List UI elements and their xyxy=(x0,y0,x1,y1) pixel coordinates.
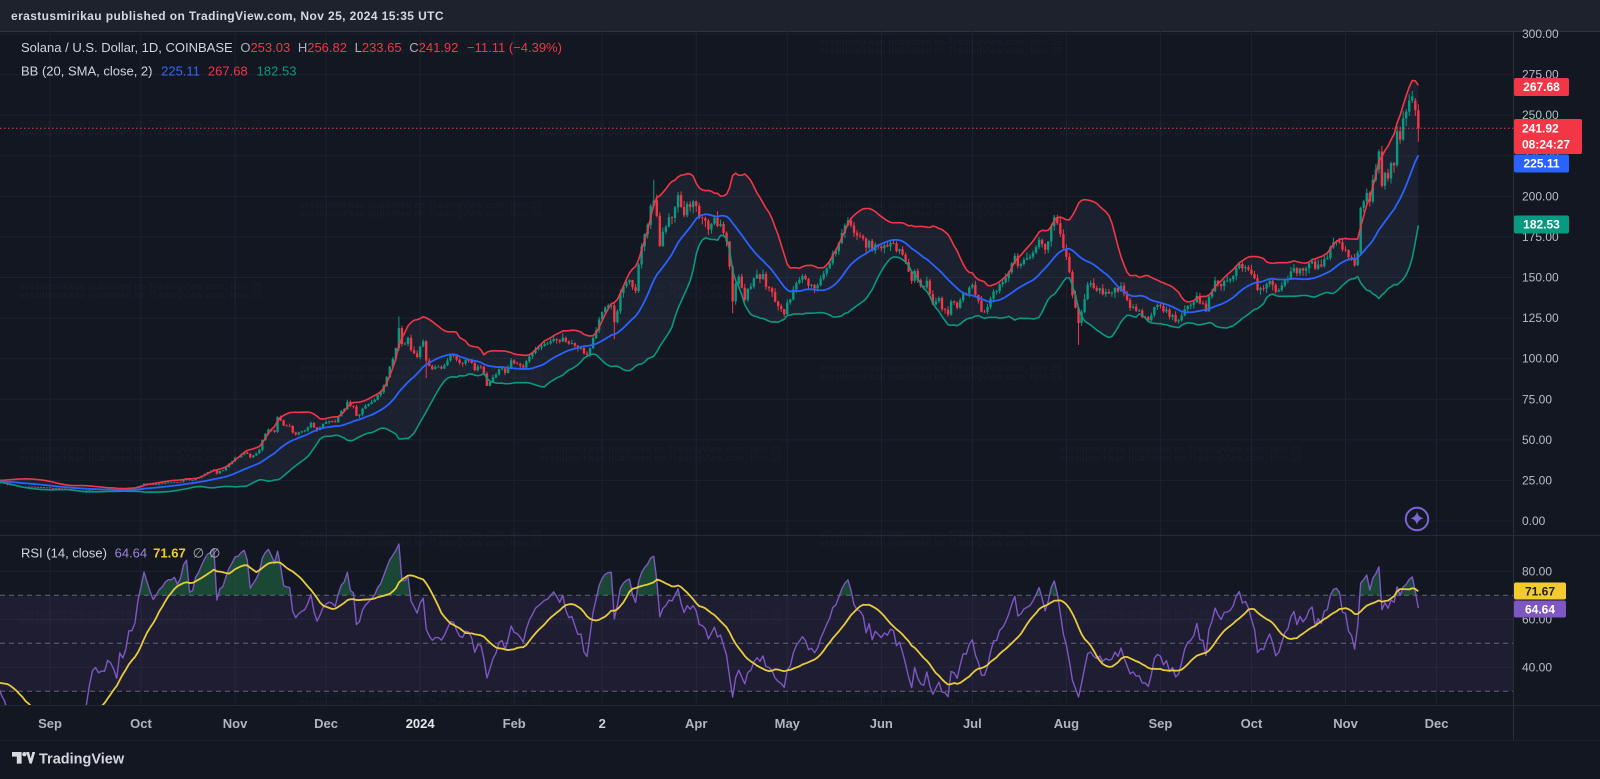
svg-text:2024: 2024 xyxy=(406,716,436,731)
svg-text:Aug: Aug xyxy=(1054,716,1079,731)
svg-text:Oct: Oct xyxy=(130,716,152,731)
svg-text:241.92: 241.92 xyxy=(1522,122,1559,136)
svg-text:erastusmirikau published on Tr: erastusmirikau published on TradingView.… xyxy=(820,46,1062,56)
svg-text:64.64: 64.64 xyxy=(1525,603,1555,617)
svg-text:erastusmirikau published on Tr: erastusmirikau published on TradingView.… xyxy=(20,290,262,300)
svg-text:erastusmirikau published on Tr: erastusmirikau published on TradingView.… xyxy=(20,453,262,463)
svg-text:Oct: Oct xyxy=(1241,716,1263,731)
svg-text:300.00: 300.00 xyxy=(1522,27,1559,41)
svg-text:erastusmirikau published on Tr: erastusmirikau published on TradingView.… xyxy=(820,538,1062,548)
svg-text:0.00: 0.00 xyxy=(1522,514,1546,528)
svg-text:225.11: 225.11 xyxy=(1523,157,1559,171)
svg-text:50.00: 50.00 xyxy=(1522,433,1552,447)
svg-text:71.67: 71.67 xyxy=(1525,585,1555,599)
svg-text:Apr: Apr xyxy=(685,716,707,731)
svg-text:May: May xyxy=(775,716,801,731)
svg-text:80.00: 80.00 xyxy=(1522,564,1552,578)
svg-text:150.00: 150.00 xyxy=(1522,271,1559,285)
svg-text:TradingView: TradingView xyxy=(39,752,125,768)
svg-text:erastusmirikau published on Tr: erastusmirikau published on TradingView.… xyxy=(300,538,542,548)
svg-text:Nov: Nov xyxy=(223,716,248,731)
svg-text:erastusmirikau published on Tr: erastusmirikau published on TradingView.… xyxy=(1060,453,1302,463)
svg-text:erastusmirikau published on Tr: erastusmirikau published on TradingView.… xyxy=(11,9,444,23)
svg-text:75.00: 75.00 xyxy=(1522,392,1552,406)
svg-text:Sep: Sep xyxy=(38,716,62,731)
svg-text:Jun: Jun xyxy=(870,716,893,731)
svg-text:erastusmirikau published on Tr: erastusmirikau published on TradingView.… xyxy=(540,453,782,463)
svg-text:Dec: Dec xyxy=(1425,716,1449,731)
svg-text:2: 2 xyxy=(599,716,606,731)
svg-text:Jul: Jul xyxy=(963,716,982,731)
svg-text:100.00: 100.00 xyxy=(1522,352,1559,366)
svg-text:erastusmirikau published on Tr: erastusmirikau published on TradingView.… xyxy=(300,209,542,219)
svg-text:Feb: Feb xyxy=(503,716,526,731)
svg-text:200.00: 200.00 xyxy=(1522,189,1559,203)
svg-text:40.00: 40.00 xyxy=(1522,660,1552,674)
svg-text:Sep: Sep xyxy=(1149,716,1173,731)
svg-text:267.68: 267.68 xyxy=(1523,80,1560,94)
svg-text:25.00: 25.00 xyxy=(1522,473,1552,487)
svg-text:08:24:27: 08:24:27 xyxy=(1522,138,1570,152)
svg-text:182.53: 182.53 xyxy=(1523,218,1560,232)
svg-text:erastusmirikau published on Tr: erastusmirikau published on TradingView.… xyxy=(820,372,1062,382)
svg-text:125.00: 125.00 xyxy=(1522,311,1559,325)
svg-text:Nov: Nov xyxy=(1333,716,1358,731)
svg-text:Solana / U.S. Dollar, 1D, COIN: Solana / U.S. Dollar, 1D, COINBASE O253.… xyxy=(21,40,562,55)
svg-text:Dec: Dec xyxy=(314,716,338,731)
